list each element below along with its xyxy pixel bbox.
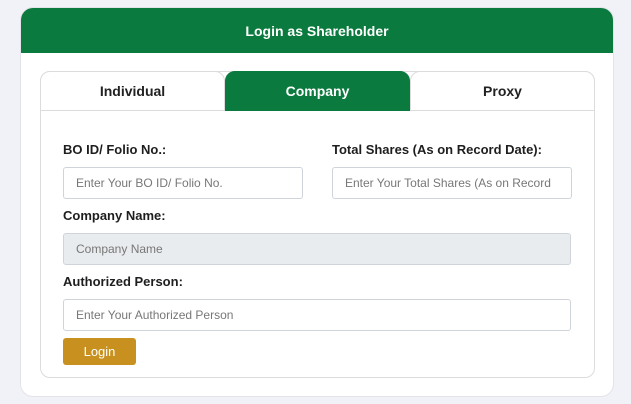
tab-bar: Individual Company Proxy — [40, 71, 595, 111]
login-card: Login as Shareholder Individual Company … — [21, 8, 613, 396]
tab-individual[interactable]: Individual — [40, 71, 225, 111]
company-name-label: Company Name: — [63, 208, 166, 223]
tab-individual-label: Individual — [99, 83, 166, 99]
tab-company-label: Company — [285, 83, 350, 99]
bo-id-label: BO ID/ Folio No.: — [63, 142, 167, 157]
tab-proxy-label: Proxy — [483, 83, 522, 99]
bo-id-input[interactable]: Enter Your BO ID/ Folio No. — [63, 167, 303, 199]
company-name-placeholder: Company Name — [76, 242, 163, 256]
card-header: Login as Shareholder — [21, 8, 613, 53]
tab-proxy[interactable]: Proxy — [410, 71, 595, 111]
authorized-person-placeholder: Enter Your Authorized Person — [76, 308, 234, 322]
card-title: Login as Shareholder — [245, 22, 389, 39]
login-button-label: Login — [83, 344, 116, 359]
login-button[interactable]: Login — [63, 338, 136, 365]
total-shares-label: Total Shares (As on Record Date): — [332, 142, 542, 157]
tab-company[interactable]: Company — [225, 71, 410, 111]
authorized-person-label: Authorized Person: — [63, 274, 183, 289]
bo-id-placeholder: Enter Your BO ID/ Folio No. — [76, 176, 223, 190]
total-shares-placeholder: Enter Your Total Shares (As on Record — [345, 176, 551, 190]
login-panel: Individual Company Proxy BO ID/ Folio No… — [40, 71, 595, 378]
total-shares-input[interactable]: Enter Your Total Shares (As on Record — [332, 167, 572, 199]
company-name-input[interactable]: Company Name — [63, 233, 571, 265]
authorized-person-input[interactable]: Enter Your Authorized Person — [63, 299, 571, 331]
